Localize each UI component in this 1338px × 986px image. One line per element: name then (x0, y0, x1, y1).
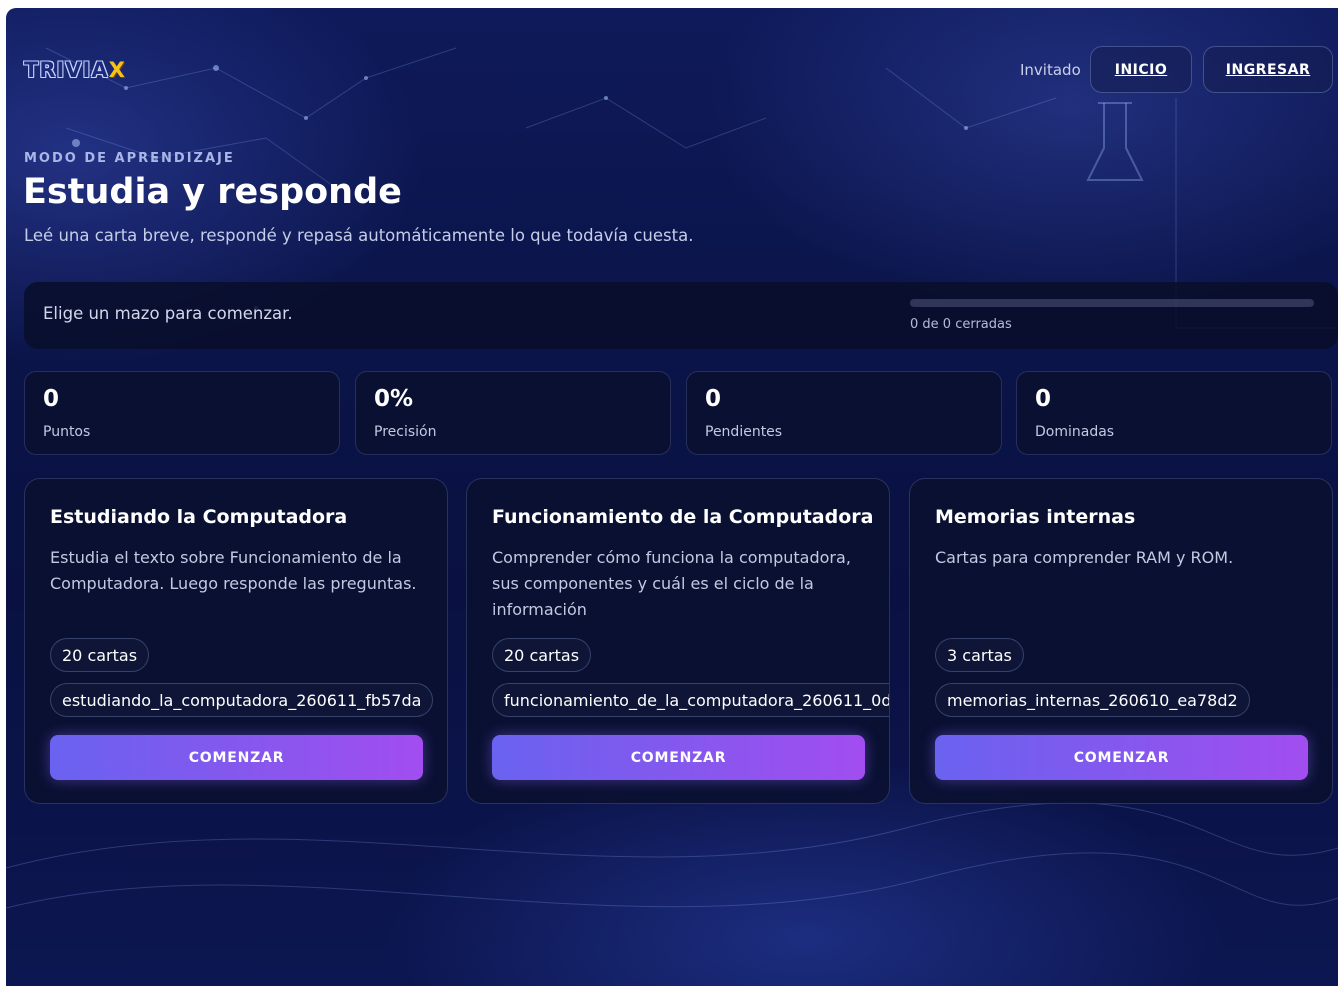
start-deck-button[interactable]: COMENZAR (50, 735, 423, 780)
logo-text: TRIVIA (24, 58, 109, 82)
logo-accent: X (108, 58, 126, 82)
page-title: Estudia y responde (23, 172, 402, 212)
start-deck-button[interactable]: COMENZAR (492, 735, 865, 780)
stat-value: 0% (374, 386, 414, 412)
mode-eyebrow: MODO DE APRENDIZAJE (24, 151, 235, 166)
deck-title: Estudiando la Computadora (50, 506, 348, 528)
deck-id-badge: memorias_internas_260610_ea78d2 (935, 683, 1250, 717)
deck-card-count: 20 cartas (50, 638, 150, 672)
page-subtitle: Leé una carta breve, respondé y repasá a… (24, 226, 694, 245)
deck-description: Cartas para comprender RAM y ROM. (935, 548, 1234, 567)
deck-card-count: 20 cartas (492, 638, 592, 672)
deck-description: Estudia el texto sobre Funcionamiento de… (50, 548, 417, 593)
stat-value: 0 (43, 386, 60, 412)
stat-label: Pendientes (705, 424, 783, 440)
deck-description: Comprender cómo funciona la computadora,… (492, 548, 851, 619)
deck-title: Funcionamiento de la Computadora (492, 506, 874, 528)
deck-card: Memorias internas Cartas para comprender… (909, 478, 1333, 804)
deck-card-count: 3 cartas (935, 638, 1024, 672)
stat-value: 0 (1035, 386, 1052, 412)
progress-text: 0 de 0 cerradas (910, 317, 1012, 332)
stat-label: Puntos (43, 424, 91, 440)
progress-bar (910, 299, 1314, 307)
stat-card-points: 0 Puntos (24, 371, 340, 455)
status-message: Elige un mazo para comenzar. (43, 304, 293, 323)
stat-value: 0 (705, 386, 722, 412)
deck-id-badge: funcionamiento_de_la_computadora_260611_… (492, 683, 889, 717)
deck-card: Estudiando la Computadora Estudia el tex… (24, 478, 448, 804)
status-panel: Elige un mazo para comenzar. 0 de 0 cerr… (24, 282, 1338, 349)
stat-card-pending: 0 Pendientes (686, 371, 1002, 455)
stat-card-precision: 0% Precisión (355, 371, 671, 455)
login-button[interactable]: INGRESAR (1203, 46, 1333, 93)
deck-id-badge: estudiando_la_computadora_260611_fb57da (50, 683, 434, 717)
stat-card-mastered: 0 Dominadas (1016, 371, 1332, 455)
deck-title: Memorias internas (935, 506, 1136, 528)
home-button[interactable]: INICIO (1090, 46, 1192, 93)
stat-label: Dominadas (1035, 424, 1115, 440)
start-deck-button[interactable]: COMENZAR (935, 735, 1308, 780)
app-window: TRIVIAX Invitado INICIO INGRESAR MODO DE… (6, 8, 1338, 986)
deck-card: Funcionamiento de la Computadora Compren… (466, 478, 890, 804)
app-logo[interactable]: TRIVIAX (24, 58, 126, 82)
stat-label: Precisión (374, 424, 437, 440)
user-status-label: Invitado (1020, 61, 1081, 79)
